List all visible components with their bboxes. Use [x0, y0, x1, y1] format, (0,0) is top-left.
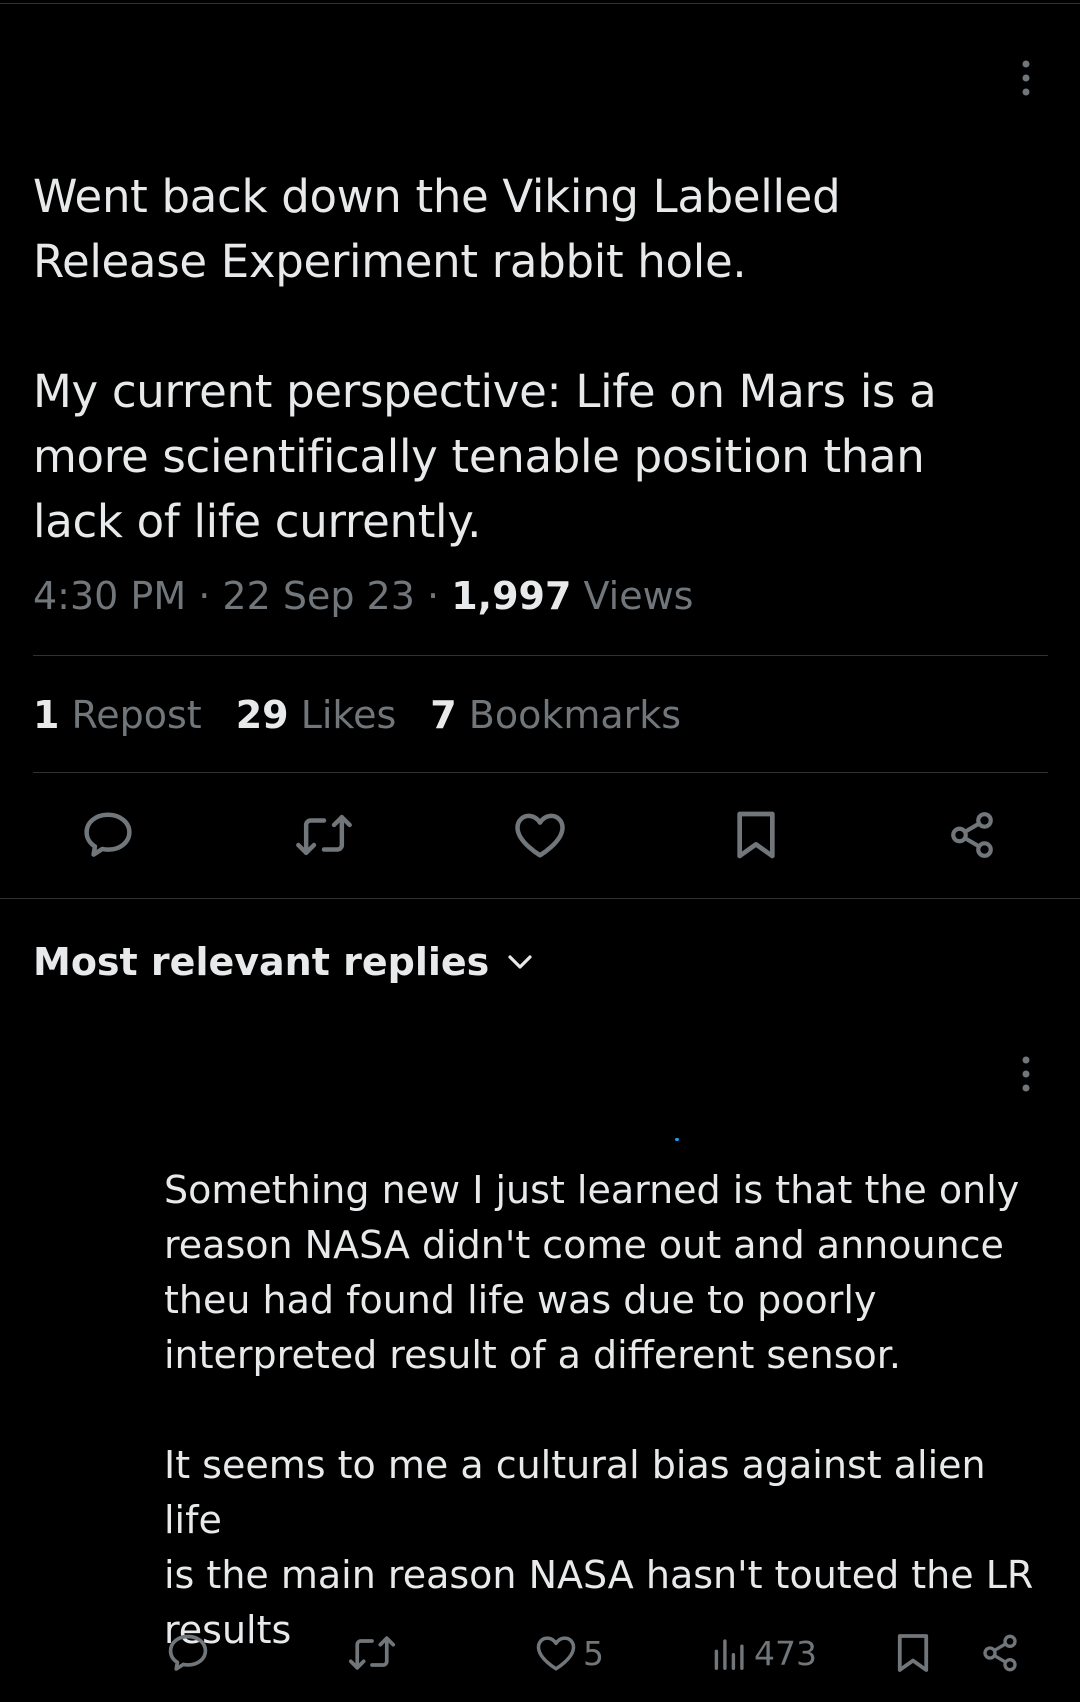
reposts-label: Repost	[71, 693, 202, 737]
bookmarks-stat[interactable]: 7 Bookmarks	[430, 690, 681, 740]
reply-more-options-button[interactable]	[1006, 1054, 1046, 1094]
repost-icon	[296, 814, 352, 856]
section-divider	[0, 898, 1080, 899]
reply-share-button[interactable]	[980, 1628, 1020, 1678]
heart-icon	[515, 813, 565, 858]
tweet-time[interactable]: 4:30 PM	[33, 574, 186, 618]
stats-divider	[33, 772, 1048, 773]
reply-like-button[interactable]: 5	[535, 1628, 604, 1678]
top-divider	[0, 3, 1080, 4]
share-icon	[983, 1634, 1017, 1672]
more-vertical-icon	[1022, 1056, 1030, 1092]
likes-count: 29	[235, 693, 289, 737]
views-count: 1,997	[451, 574, 572, 618]
likes-stat[interactable]: 29 Likes	[236, 690, 397, 740]
bookmark-icon	[737, 811, 775, 859]
share-icon	[951, 812, 993, 858]
tweet-meta: 4:30 PM · 22 Sep 23 · 1,997 Views	[33, 572, 693, 620]
reply-icon	[84, 812, 132, 857]
reposts-stat[interactable]: 1 Repost	[33, 690, 202, 740]
meta-separator: ·	[427, 574, 440, 618]
bookmark-button[interactable]	[724, 803, 788, 867]
reply-reply-button[interactable]	[166, 1628, 210, 1678]
meta-divider	[33, 655, 1048, 656]
sort-label: Most relevant replies	[33, 940, 490, 984]
reply-button[interactable]	[76, 803, 140, 867]
replies-sort-dropdown[interactable]: Most relevant replies	[33, 937, 533, 987]
reply-bookmark-button[interactable]	[896, 1628, 930, 1678]
tweet-date[interactable]: 22 Sep 23	[222, 574, 415, 618]
bookmarks-count: 7	[430, 693, 457, 737]
reply-views-button[interactable]: 473	[712, 1628, 817, 1678]
like-button[interactable]	[508, 803, 572, 867]
meta-separator: ·	[198, 574, 211, 618]
bookmarks-label: Bookmarks	[468, 693, 682, 737]
reposts-count: 1	[33, 693, 60, 737]
decorative-dot	[675, 1138, 679, 1141]
reply-icon	[168, 1634, 208, 1671]
reply-likes-count: 5	[583, 1633, 604, 1673]
share-button[interactable]	[940, 803, 1004, 867]
tweet-text: Went back down the Viking Labelled Relea…	[33, 170, 937, 548]
heart-icon	[536, 1636, 576, 1671]
reply-text: Something new I just learned is that the…	[164, 1168, 1034, 1652]
tweet-more-options-button[interactable]	[1006, 58, 1046, 98]
repost-icon	[348, 1636, 396, 1670]
reply-views-count: 473	[754, 1633, 817, 1673]
repost-button[interactable]	[292, 803, 356, 867]
bookmark-icon	[897, 1634, 929, 1672]
engagement-stats: 1 Repost 29 Likes 7 Bookmarks	[33, 690, 715, 740]
chevron-down-icon	[507, 954, 533, 970]
more-vertical-icon	[1022, 60, 1030, 96]
analytics-icon	[714, 1639, 744, 1670]
likes-label: Likes	[300, 693, 397, 737]
reply-repost-button[interactable]	[348, 1628, 396, 1678]
views-label: Views	[583, 574, 694, 618]
reply-action-bar: 5 473	[0, 1628, 1080, 1678]
